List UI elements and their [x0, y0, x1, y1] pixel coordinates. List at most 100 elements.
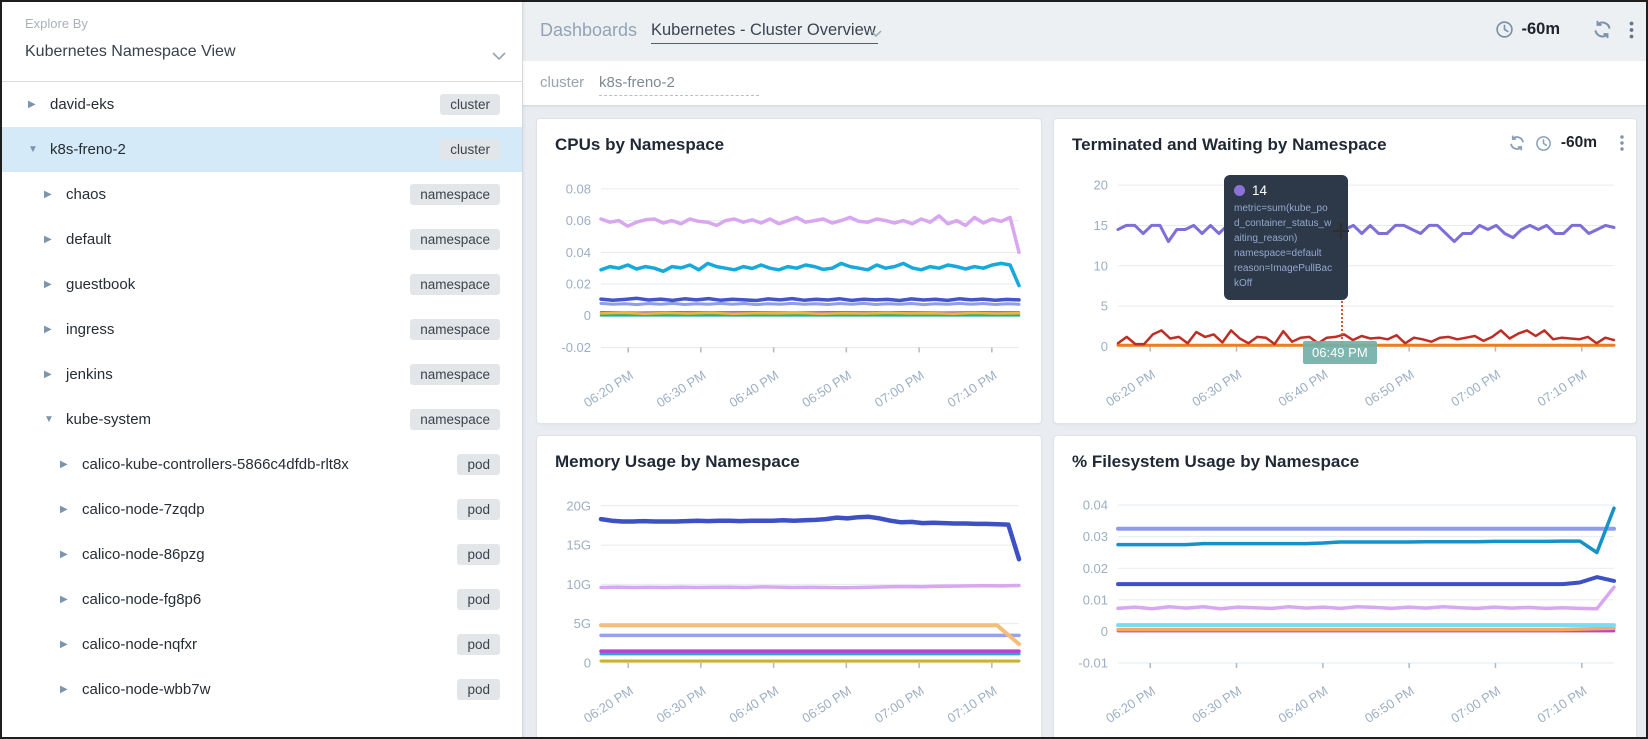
cluster-filter-input[interactable]: k8s-freno-2: [599, 74, 759, 96]
triangle-right-icon[interactable]: ▶: [44, 189, 66, 200]
tree-item-jenkins[interactable]: ▶jenkinsnamespace: [0, 352, 522, 397]
filesystem-usage-chart[interactable]: -0.0100.010.020.030.0406:20 PM06:30 PM06…: [1054, 436, 1636, 739]
svg-text:0.01: 0.01: [1083, 592, 1108, 607]
triangle-right-icon[interactable]: ▶: [60, 459, 82, 470]
refresh-icon[interactable]: [1508, 134, 1526, 152]
tree-item-calico-node-wbb7w[interactable]: ▶calico-node-wbb7wpod: [0, 667, 522, 712]
svg-text:0: 0: [584, 308, 591, 323]
tree-item-ingress[interactable]: ▶ingressnamespace: [0, 307, 522, 352]
tree-item-label: calico-node-fg8p6: [82, 591, 201, 608]
tree-item-calico-node-nqfxr[interactable]: ▶calico-node-nqfxr pod: [0, 622, 522, 667]
svg-text:06:40 PM: 06:40 PM: [726, 683, 781, 726]
cpus-chart[interactable]: -0.0200.020.040.060.0806:20 PM06:30 PM06…: [537, 119, 1041, 423]
tree-item-type-badge: namespace: [410, 229, 500, 250]
refresh-icon[interactable]: [1592, 19, 1613, 40]
svg-text:06:50 PM: 06:50 PM: [1362, 366, 1417, 409]
svg-text:0.03: 0.03: [1083, 529, 1108, 544]
svg-text:10G: 10G: [566, 577, 591, 592]
tree-item-guestbook[interactable]: ▶guestbooknamespace: [0, 262, 522, 307]
tree-item-type-badge: cluster: [440, 94, 500, 115]
chart-time-range-label[interactable]: -60m: [1561, 134, 1597, 152]
cursor-time-badge: 06:49 PM: [1303, 341, 1377, 364]
sidebar-header: Explore By Kubernetes Namespace View: [0, 0, 522, 82]
chart-tooltip: 14 metric=sum(kube_po d_container_status…: [1224, 175, 1348, 300]
svg-text:0.02: 0.02: [566, 277, 591, 292]
chevron-down-icon[interactable]: [492, 48, 506, 66]
svg-text:20: 20: [1094, 178, 1108, 193]
tree-item-type-badge: namespace: [410, 274, 500, 295]
tree-item-type-badge: namespace: [410, 184, 500, 205]
kebab-menu-icon[interactable]: [1629, 21, 1634, 39]
panel-cpus-by-namespace: CPUs by Namespace -0.0200.020.040.060.08…: [536, 118, 1042, 424]
svg-text:5: 5: [1101, 299, 1108, 314]
kebab-menu-icon[interactable]: [1620, 135, 1624, 151]
triangle-right-icon[interactable]: ▶: [60, 549, 82, 560]
tooltip-value: 14: [1252, 183, 1267, 198]
app-window: Explore By Kubernetes Namespace View ▶da…: [0, 0, 1648, 739]
triangle-right-icon[interactable]: ▶: [44, 234, 66, 245]
svg-text:07:10 PM: 07:10 PM: [1535, 683, 1590, 726]
triangle-right-icon[interactable]: ▶: [60, 594, 82, 605]
triangle-down-icon[interactable]: ▼: [44, 414, 66, 425]
sidebar: Explore By Kubernetes Namespace View ▶da…: [0, 0, 523, 739]
chart-title: Terminated and Waiting by Namespace: [1072, 135, 1387, 155]
tree-item-label: kube-system: [66, 411, 151, 428]
tree-item-chaos[interactable]: ▶chaos namespace: [0, 172, 522, 217]
triangle-down-icon[interactable]: ▼: [28, 144, 50, 155]
triangle-right-icon[interactable]: ▶: [44, 369, 66, 380]
svg-text:06:30 PM: 06:30 PM: [1189, 683, 1244, 726]
svg-text:07:00 PM: 07:00 PM: [872, 683, 927, 726]
tree-item-label: calico-node-nqfxr: [82, 636, 197, 653]
chart-title: CPUs by Namespace: [555, 135, 724, 155]
triangle-right-icon[interactable]: ▶: [60, 639, 82, 650]
svg-text:06:30 PM: 06:30 PM: [654, 367, 709, 410]
svg-text:07:00 PM: 07:00 PM: [1448, 683, 1503, 726]
triangle-right-icon[interactable]: ▶: [28, 99, 50, 110]
crosshair-cursor-icon: [1333, 223, 1349, 239]
svg-text:07:10 PM: 07:10 PM: [1535, 366, 1590, 409]
tree-item-calico-node-86pzg[interactable]: ▶calico-node-86pzgpod: [0, 532, 522, 577]
chevron-down-icon[interactable]: [870, 25, 882, 43]
svg-text:-0.01: -0.01: [1078, 656, 1108, 671]
tree-item-label: chaos: [66, 186, 106, 203]
svg-text:0.08: 0.08: [566, 181, 591, 196]
tree-item-label: ingress: [66, 321, 114, 338]
tree-item-david-eks[interactable]: ▶david-ekscluster: [0, 82, 522, 127]
tree-item-label: calico-node-7zqdp: [82, 501, 205, 518]
time-range-label[interactable]: -60m: [1521, 20, 1560, 39]
panel-memory-usage: Memory Usage by Namespace 05G10G15G20G06…: [536, 435, 1042, 739]
svg-text:07:00 PM: 07:00 PM: [872, 367, 927, 410]
chart-title: Memory Usage by Namespace: [555, 452, 800, 472]
triangle-right-icon[interactable]: ▶: [60, 684, 82, 695]
tree-item-k8s-freno-2[interactable]: ▼k8s-freno-2cluster: [0, 127, 522, 172]
tree-item-calico-kube-controllers-5866c4dfdb-rlt8x[interactable]: ▶calico-kube-controllers-5866c4dfdb-rlt8…: [0, 442, 522, 487]
dashboards-label: Dashboards: [540, 20, 637, 41]
clock-icon[interactable]: [1495, 20, 1514, 39]
triangle-right-icon[interactable]: ▶: [44, 324, 66, 335]
tree-item-type-badge: pod: [457, 499, 500, 520]
main-area: Dashboards Kubernetes - Cluster Overview…: [522, 0, 1648, 739]
svg-text:10: 10: [1094, 258, 1108, 273]
tree-item-kube-system[interactable]: ▼kube-systemnamespace: [0, 397, 522, 442]
clock-icon[interactable]: [1535, 135, 1552, 152]
tree-item-calico-node-7zqdp[interactable]: ▶calico-node-7zqdp pod: [0, 487, 522, 532]
tree-item-type-badge: pod: [457, 454, 500, 475]
tooltip-text: reason=ImagePullBac: [1234, 261, 1338, 276]
svg-text:07:10 PM: 07:10 PM: [945, 683, 1000, 726]
triangle-right-icon[interactable]: ▶: [44, 279, 66, 290]
series-color-dot: [1234, 185, 1245, 196]
svg-text:0.04: 0.04: [1083, 498, 1108, 513]
tree-item-label: calico-node-86pzg: [82, 546, 205, 563]
dashboard-select[interactable]: Kubernetes - Cluster Overview: [651, 21, 878, 44]
tree-item-default[interactable]: ▶defaultnamespace: [0, 217, 522, 262]
view-selector[interactable]: Kubernetes Namespace View: [25, 43, 236, 61]
memory-usage-chart[interactable]: 05G10G15G20G06:20 PM06:30 PM06:40 PM06:5…: [537, 436, 1041, 739]
tooltip-text: namespace=default: [1234, 246, 1338, 261]
tree-item-calico-node-fg8p6[interactable]: ▶calico-node-fg8p6pod: [0, 577, 522, 622]
dashboard-grid: CPUs by Namespace -0.0200.020.040.060.08…: [522, 105, 1648, 739]
svg-text:06:40 PM: 06:40 PM: [1276, 366, 1331, 409]
tree-item-type-badge: pod: [457, 634, 500, 655]
triangle-right-icon[interactable]: ▶: [60, 504, 82, 515]
tooltip-text: d_container_status_w: [1234, 216, 1338, 231]
tooltip-text: kOff: [1234, 276, 1338, 291]
